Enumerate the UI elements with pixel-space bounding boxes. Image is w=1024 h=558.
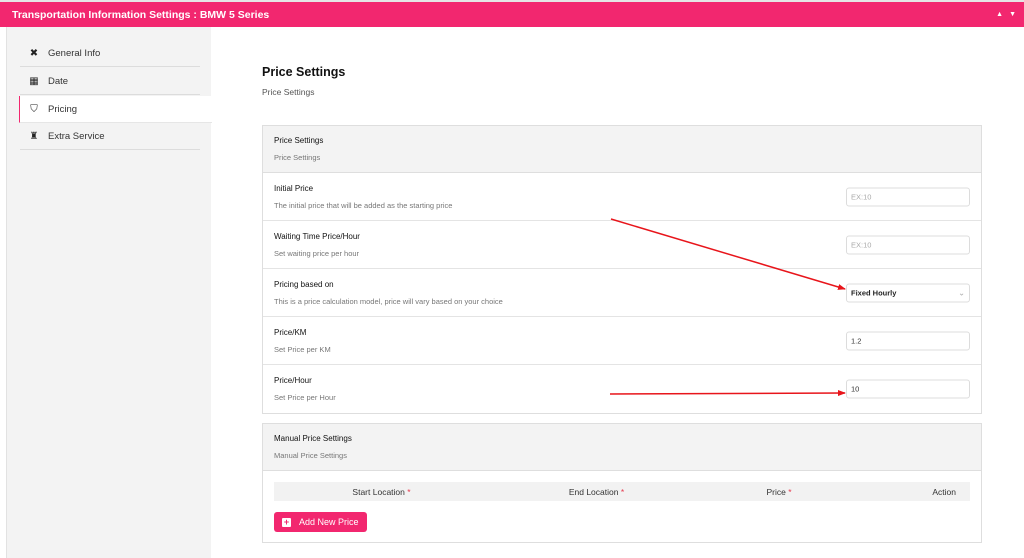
puzzle-icon: ♜ [29,130,39,142]
waiting-time-price-row: Waiting Time Price/Hour Set waiting pric… [263,221,981,269]
price-settings-panel: Price Settings Price Settings Initial Pr… [262,125,982,414]
panel-title: Price Settings [274,136,324,145]
sidebar-item-label: Date [48,75,69,87]
chevron-up-icon[interactable]: ▲ [996,11,1003,18]
panel-subtitle: Manual Price Settings [274,451,347,460]
add-new-price-button[interactable]: + Add New Price [274,512,367,532]
sidebar-item-label: Pricing [48,103,78,115]
plus-square-icon: + [282,516,291,527]
manual-price-body: Start Location * End Location * Price * … [263,471,981,542]
manual-price-settings-panel: Manual Price Settings Manual Price Setti… [262,423,982,543]
column-start-location: Start Location * [352,486,411,497]
column-end-location: End Location * [568,486,625,497]
initial-price-row: Initial Price The initial price that wil… [263,173,981,221]
price-km-input[interactable] [846,331,970,350]
sidebar-item-date[interactable]: ▦ Date [20,68,200,95]
hand-coin-icon: ⛉ [30,103,38,115]
sidebar-item-label: Extra Service [48,130,105,142]
panel-header: Manual Price Settings Manual Price Setti… [263,424,981,471]
sidebar: ✖ General Info ▦ Date ⛉ Pricing ♜ Extra … [6,27,212,558]
chevron-down-icon: ⌄ [958,288,965,297]
window-header: Transportation Information Settings : BM… [0,2,1024,27]
sidebar-item-general-info[interactable]: ✖ General Info [20,40,200,67]
selected-option: Fixed Hourly [851,288,897,297]
column-price: Price * [766,486,792,497]
table-header: Start Location * End Location * Price * … [274,482,970,501]
sidebar-item-pricing[interactable]: ⛉ Pricing [19,96,212,123]
price-hour-input[interactable] [846,379,970,399]
calendar-icon: ▦ [29,75,39,87]
panel-subtitle: Price Settings [274,153,321,162]
waiting-time-price-input[interactable] [846,235,970,254]
page-subtitle: Price Settings [262,87,315,97]
add-new-price-label: Add New Price [299,517,359,527]
column-action: Action [932,486,956,497]
panel-title: Manual Price Settings [274,434,352,443]
price-km-row: Price/KM Set Price per KM [263,317,981,365]
sidebar-item-extra-service[interactable]: ♜ Extra Service [20,123,200,150]
tools-icon: ✖ [29,47,39,59]
page-title: Price Settings [262,65,346,79]
sidebar-item-label: General Info [48,47,101,59]
initial-price-input[interactable] [846,187,970,206]
chevron-down-icon[interactable]: ▼ [1009,11,1016,18]
pricing-based-on-row: Pricing based on This is a price calcula… [263,269,981,317]
price-hour-row: Price/Hour Set Price per Hour [263,365,981,413]
pricing-based-on-select[interactable]: Fixed Hourly ⌄ [846,283,970,302]
panel-header: Price Settings Price Settings [263,126,981,173]
window-title: Transportation Information Settings : BM… [12,8,270,21]
